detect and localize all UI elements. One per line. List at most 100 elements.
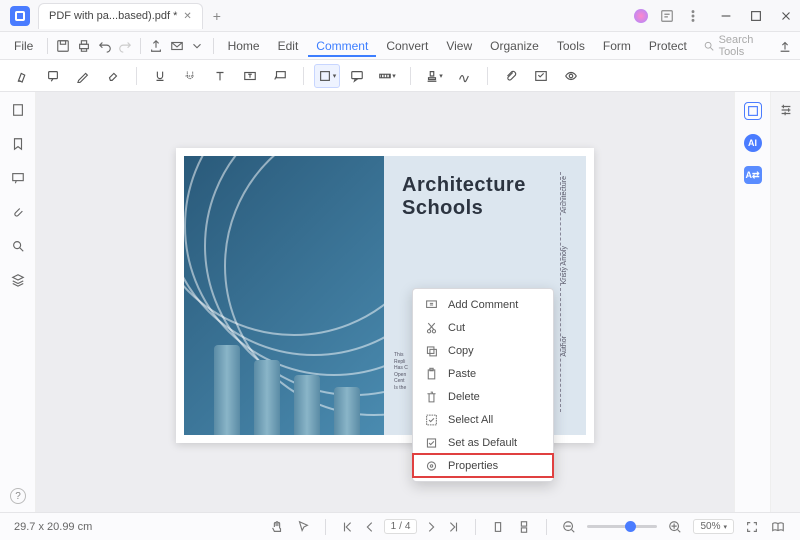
comment-toolbar: ▾ ▾ ▾ — [0, 60, 800, 92]
redo-icon[interactable] — [116, 35, 135, 57]
statusbar: 29.7 x 20.99 cm 1/4 50%▾ — [0, 512, 800, 540]
menu-convert[interactable]: Convert — [378, 35, 436, 57]
ctx-properties[interactable]: Properties — [413, 454, 553, 477]
attach-tool-icon[interactable] — [498, 64, 524, 88]
underline-tool-icon[interactable] — [147, 64, 173, 88]
hand-tool-icon[interactable] — [269, 519, 285, 535]
default-icon — [425, 436, 438, 449]
ctx-select-all[interactable]: Select All — [413, 408, 553, 431]
ctx-delete[interactable]: Delete — [413, 385, 553, 408]
continuous-page-icon[interactable] — [516, 519, 532, 535]
hero-image — [184, 156, 384, 435]
zoom-in-icon[interactable] — [667, 519, 683, 535]
help-icon[interactable]: ? — [10, 488, 26, 504]
ctx-add-comment[interactable]: Add Comment — [413, 293, 553, 316]
callout-tool-icon[interactable] — [267, 64, 293, 88]
close-tab-icon[interactable]: ✕ — [183, 11, 191, 22]
zoom-thumb[interactable] — [625, 521, 636, 532]
document-tab[interactable]: PDF with pa...based).pdf * ✕ — [38, 3, 203, 29]
page-input[interactable]: 1/4 — [384, 519, 418, 534]
pencil-tool-icon[interactable] — [70, 64, 96, 88]
ctx-copy[interactable]: Copy — [413, 339, 553, 362]
crop-panel-icon[interactable] — [744, 102, 762, 120]
fit-page-icon[interactable] — [744, 519, 760, 535]
app-logo — [10, 6, 30, 26]
more-icon[interactable] — [686, 9, 700, 23]
search-panel-icon[interactable] — [10, 238, 26, 254]
eraser-tool-icon[interactable] — [100, 64, 126, 88]
zoom-out-icon[interactable] — [561, 519, 577, 535]
mail-icon[interactable] — [168, 35, 187, 57]
page-dimensions: 29.7 x 20.99 cm — [14, 521, 92, 533]
menu-edit[interactable]: Edit — [270, 35, 307, 57]
ctx-set-default[interactable]: Set as Default — [413, 431, 553, 454]
menu-protect[interactable]: Protect — [641, 35, 695, 57]
note-tool-icon[interactable] — [40, 64, 66, 88]
textbox-tool-icon[interactable] — [237, 64, 263, 88]
menubar: File Home Edit Comment Convert View Orga… — [0, 32, 800, 60]
ctx-paste[interactable]: Paste — [413, 362, 553, 385]
single-page-icon[interactable] — [490, 519, 506, 535]
speech-tool-icon[interactable] — [344, 64, 370, 88]
select-tool-icon[interactable] — [295, 519, 311, 535]
menu-home[interactable]: Home — [220, 35, 268, 57]
upload-icon[interactable] — [775, 35, 794, 57]
zoom-slider[interactable] — [587, 525, 657, 528]
menu-organize[interactable]: Organize — [482, 35, 547, 57]
read-mode-icon[interactable] — [770, 519, 786, 535]
attachment-panel-icon[interactable] — [10, 204, 26, 220]
cut-icon — [425, 321, 438, 334]
tab-title: PDF with pa...based).pdf * — [49, 10, 177, 22]
menu-tools[interactable]: Tools — [549, 35, 593, 57]
document-canvas[interactable]: Architecture Schools Architecture Kristy… — [36, 92, 734, 512]
ai-panel-icon[interactable]: AI — [744, 134, 762, 152]
highlight-tool-icon[interactable] — [10, 64, 36, 88]
main-area: Architecture Schools Architecture Kristy… — [0, 92, 800, 512]
search-tools[interactable]: Search Tools — [703, 34, 772, 58]
bookmark-icon[interactable] — [10, 136, 26, 152]
layers-icon[interactable] — [10, 272, 26, 288]
close-button[interactable] — [772, 4, 800, 28]
comment-panel-icon[interactable] — [10, 170, 26, 186]
pager: 1/4 — [340, 519, 462, 535]
menu-comment[interactable]: Comment — [308, 35, 376, 57]
first-page-icon[interactable] — [340, 519, 356, 535]
titlebar: PDF with pa...based).pdf * ✕ + — [0, 0, 800, 32]
far-right-panel — [770, 92, 800, 512]
undo-icon[interactable] — [95, 35, 114, 57]
compare-tool-icon[interactable] — [528, 64, 554, 88]
headline-line2: Schools — [402, 197, 526, 220]
menu-file[interactable]: File — [6, 35, 41, 57]
note-icon[interactable] — [660, 9, 674, 23]
strikethrough-tool-icon[interactable] — [177, 64, 203, 88]
maximize-button[interactable] — [742, 4, 770, 28]
thumbnails-icon[interactable] — [10, 102, 26, 118]
left-sidebar — [0, 92, 36, 512]
print-icon[interactable] — [75, 35, 94, 57]
side-label-3: Author — [561, 336, 568, 357]
delete-icon — [425, 390, 438, 403]
paste-icon — [425, 367, 438, 380]
next-page-icon[interactable] — [423, 519, 439, 535]
dropdown-icon[interactable] — [188, 35, 207, 57]
select-all-icon — [425, 413, 438, 426]
sign-tool-icon[interactable] — [451, 64, 477, 88]
ctx-cut[interactable]: Cut — [413, 316, 553, 339]
shape-tool-icon[interactable]: ▾ — [314, 64, 340, 88]
last-page-icon[interactable] — [445, 519, 461, 535]
minimize-button[interactable] — [712, 4, 740, 28]
translate-panel-icon[interactable]: A⇄ — [744, 166, 762, 184]
prev-page-icon[interactable] — [362, 519, 378, 535]
menu-view[interactable]: View — [438, 35, 480, 57]
visibility-tool-icon[interactable] — [558, 64, 584, 88]
save-icon[interactable] — [54, 35, 73, 57]
text-tool-icon[interactable] — [207, 64, 233, 88]
add-tab-button[interactable]: + — [213, 8, 221, 24]
stamp-tool-icon[interactable]: ▾ — [421, 64, 447, 88]
menu-form[interactable]: Form — [595, 35, 639, 57]
zoom-value[interactable]: 50%▾ — [693, 519, 734, 534]
settings-sliders-icon[interactable] — [778, 102, 794, 118]
measure-tool-icon[interactable]: ▾ — [374, 64, 400, 88]
export-icon[interactable] — [147, 35, 166, 57]
ai-orb-icon[interactable] — [634, 9, 648, 23]
